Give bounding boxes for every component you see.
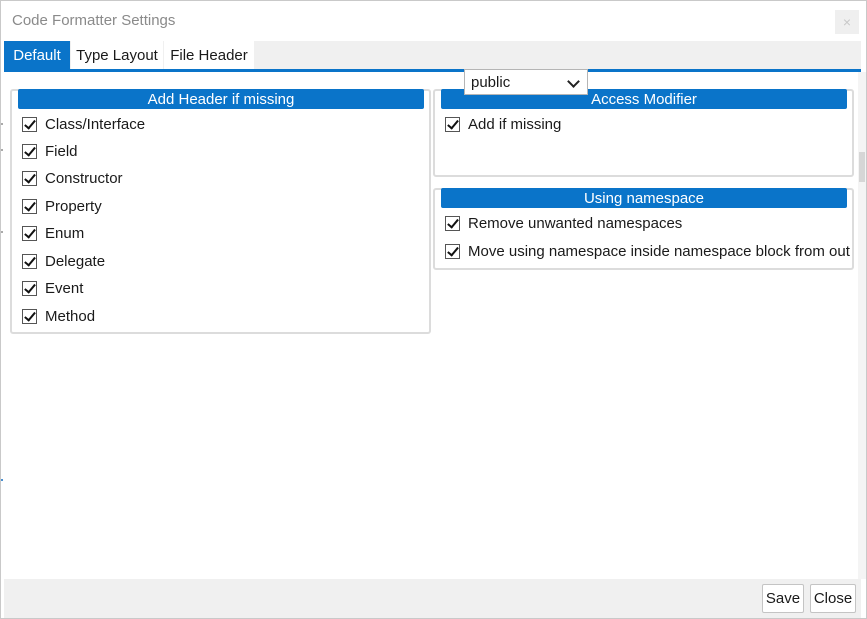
tab-type-layout[interactable]: Type Layout: [71, 41, 163, 69]
checkbox-checked-icon[interactable]: [22, 171, 37, 186]
tab-default[interactable]: Default: [4, 41, 70, 69]
edge-mark: [1, 123, 3, 125]
chevron-down-icon: [567, 75, 580, 88]
checkbox-label: Property: [45, 198, 102, 215]
title-bar: Code Formatter Settings ×: [1, 1, 866, 41]
edge-mark: [1, 479, 3, 481]
edge-mark: [1, 231, 3, 233]
checkbox-checked-icon[interactable]: [22, 144, 37, 159]
checkbox-label: Remove unwanted namespaces: [468, 215, 683, 232]
checkbox-label: Add if missing: [468, 116, 562, 133]
checkbox-checked-icon[interactable]: [445, 117, 460, 132]
checkbox-label: Constructor: [45, 170, 123, 187]
add-header-title: Add Header if missing: [18, 89, 424, 109]
dialog-footer: Save Close: [4, 579, 861, 618]
checkbox-checked-icon[interactable]: [445, 244, 460, 259]
tab-strip: Default Type Layout File Header: [4, 41, 861, 69]
checkbox-checked-icon[interactable]: [22, 117, 37, 132]
add-header-group: Add Header if missing Class/Interface Fi…: [10, 89, 431, 334]
vertical-scrollbar[interactable]: [858, 72, 866, 579]
edge-mark: [1, 149, 3, 151]
save-button[interactable]: Save: [762, 584, 804, 613]
using-namespace-title: Using namespace: [441, 188, 847, 208]
checkbox-label: Class/Interface: [45, 116, 146, 133]
checkbox-checked-icon[interactable]: [445, 216, 460, 231]
close-window-button[interactable]: ×: [835, 10, 859, 34]
checkbox-label: Method: [45, 308, 96, 325]
tab-file-header[interactable]: File Header: [164, 41, 254, 69]
access-modifier-select[interactable]: public: [464, 69, 588, 95]
select-value: public: [471, 74, 511, 91]
tab-underline: [4, 69, 861, 72]
checkbox-label: Field: [45, 143, 78, 160]
checkbox-checked-icon[interactable]: [22, 199, 37, 214]
checkbox-checked-icon[interactable]: [22, 309, 37, 324]
access-modifier-group: Access Modifier Add if missing: [433, 89, 854, 177]
checkbox-label: Event: [45, 280, 84, 297]
window-title: Code Formatter Settings: [12, 12, 176, 29]
checkbox-checked-icon[interactable]: [22, 281, 37, 296]
checkbox-checked-icon[interactable]: [22, 254, 37, 269]
using-namespace-group: Using namespace Remove unwanted namespac…: [433, 188, 854, 270]
checkbox-label: Delegate: [45, 253, 106, 270]
checkbox-label: Move using namespace inside namespace bl…: [468, 243, 850, 260]
scrollbar-thumb[interactable]: [859, 152, 865, 182]
checkbox-label: Enum: [45, 225, 85, 242]
checkbox-checked-icon[interactable]: [22, 226, 37, 241]
close-button[interactable]: Close: [810, 584, 856, 613]
settings-dialog: Code Formatter Settings × Default Type L…: [0, 0, 867, 619]
